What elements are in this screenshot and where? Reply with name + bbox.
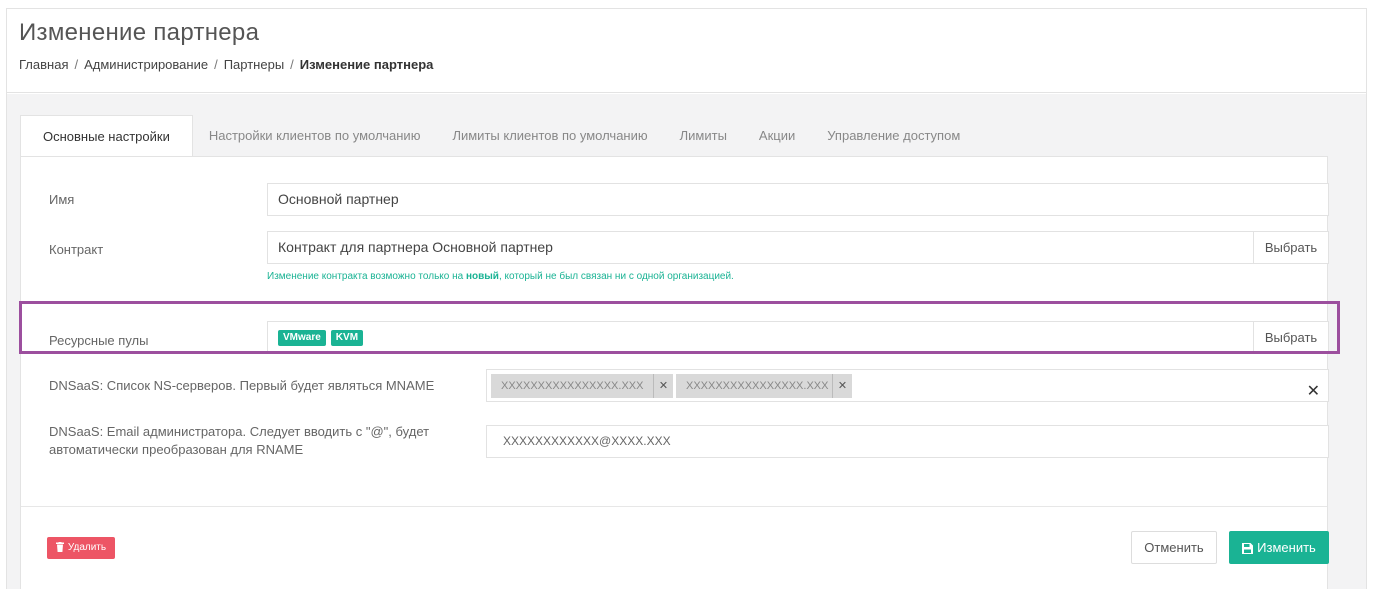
ns-servers-label: DNSaaS: Список NS-серверов. Первый будет…	[49, 378, 435, 393]
tab-client-default-settings[interactable]: Настройки клиентов по умолчанию	[193, 115, 437, 157]
breadcrumb-home[interactable]: Главная	[19, 57, 68, 72]
contract-hint-text: Изменение контракта возможно только на	[267, 271, 466, 282]
breadcrumb-current: Изменение партнера	[299, 57, 434, 72]
ns-server-value: XXXXXXXXXXXXXXXX.XXX	[501, 380, 644, 392]
pool-tag-kvm: KVM	[330, 330, 364, 347]
tab-limits[interactable]: Лимиты	[664, 115, 743, 157]
name-label: Имя	[49, 192, 75, 207]
contract-hint-emphasis: новый	[465, 271, 499, 282]
resource-pools-field[interactable]: VMware KVM	[267, 321, 1254, 354]
resource-pools-label: Ресурсные пулы	[49, 333, 149, 348]
tab-main-settings[interactable]: Основные настройки	[20, 115, 193, 157]
admin-email-label-line: DNSaaS: Email администратора. Следует вв…	[49, 424, 430, 439]
tab-bar: Основные настройки Настройки клиентов по…	[20, 115, 976, 157]
admin-email-label-line: автоматически преобразован для RNAME	[49, 442, 304, 457]
delete-button[interactable]: Удалить	[47, 537, 115, 559]
contract-hint-text-end: , который не был связан ни с одной орган…	[498, 271, 734, 282]
pool-tag-vmware: VMware	[278, 330, 326, 347]
breadcrumb-separator: /	[214, 57, 218, 72]
breadcrumb-partners[interactable]: Партнеры	[224, 57, 284, 72]
admin-email-field[interactable]: XXXXXXXXXXXX@XXXX.XXX	[486, 425, 1329, 458]
floppy-disk-icon	[1242, 543, 1254, 555]
tab-client-default-limits[interactable]: Лимиты клиентов по умолчанию	[436, 115, 663, 157]
breadcrumb-administration[interactable]: Администрирование	[84, 57, 208, 72]
ns-server-chip: XXXXXXXXXXXXXXXX.XXX ✕	[491, 374, 673, 398]
settings-form: Имя Основной партнер Контракт Контракт д…	[20, 156, 1329, 589]
admin-email-label: DNSaaS: Email администратора. Следует вв…	[49, 423, 429, 459]
resource-pools-select-button[interactable]: Выбрать	[1253, 321, 1329, 354]
form-footer-divider	[21, 506, 1327, 507]
clear-all-icon[interactable]: ✕	[1307, 376, 1320, 401]
trash-icon	[55, 542, 64, 553]
page-title: Изменение партнера	[19, 19, 260, 46]
save-button-label: Изменить	[1257, 540, 1316, 555]
ns-server-value: XXXXXXXXXXXXXXXX.XXX	[686, 380, 829, 392]
tab-promotions[interactable]: Акции	[743, 115, 811, 157]
breadcrumb: Главная / Администрирование / Партнеры /…	[19, 57, 433, 72]
contract-field[interactable]: Контракт для партнера Основной партнер	[267, 231, 1254, 264]
tab-access-management[interactable]: Управление доступом	[811, 115, 976, 157]
contract-hint: Изменение контракта возможно только на н…	[267, 271, 734, 282]
delete-button-label: Удалить	[67, 542, 107, 553]
ns-servers-field[interactable]: XXXXXXXXXXXXXXXX.XXX ✕ XXXXXXXXXXXXXXXX.…	[486, 369, 1329, 402]
save-button[interactable]: Изменить	[1229, 531, 1329, 564]
cancel-button[interactable]: Отменить	[1131, 531, 1217, 564]
contract-select-button[interactable]: Выбрать	[1253, 231, 1329, 264]
page: Изменение партнера Главная / Администрир…	[6, 8, 1367, 589]
name-field[interactable]: Основной партнер	[267, 183, 1329, 216]
content-area: Основные настройки Настройки клиентов по…	[7, 94, 1366, 589]
remove-chip-icon[interactable]: ✕	[653, 374, 673, 398]
contract-label: Контракт	[49, 242, 104, 257]
ns-server-chip: XXXXXXXXXXXXXXXX.XXX ✕	[676, 374, 852, 398]
breadcrumb-separator: /	[74, 57, 79, 72]
page-header: Изменение партнера Главная / Администрир…	[7, 9, 1366, 93]
breadcrumb-separator: /	[290, 57, 294, 72]
remove-chip-icon[interactable]: ✕	[832, 374, 852, 398]
